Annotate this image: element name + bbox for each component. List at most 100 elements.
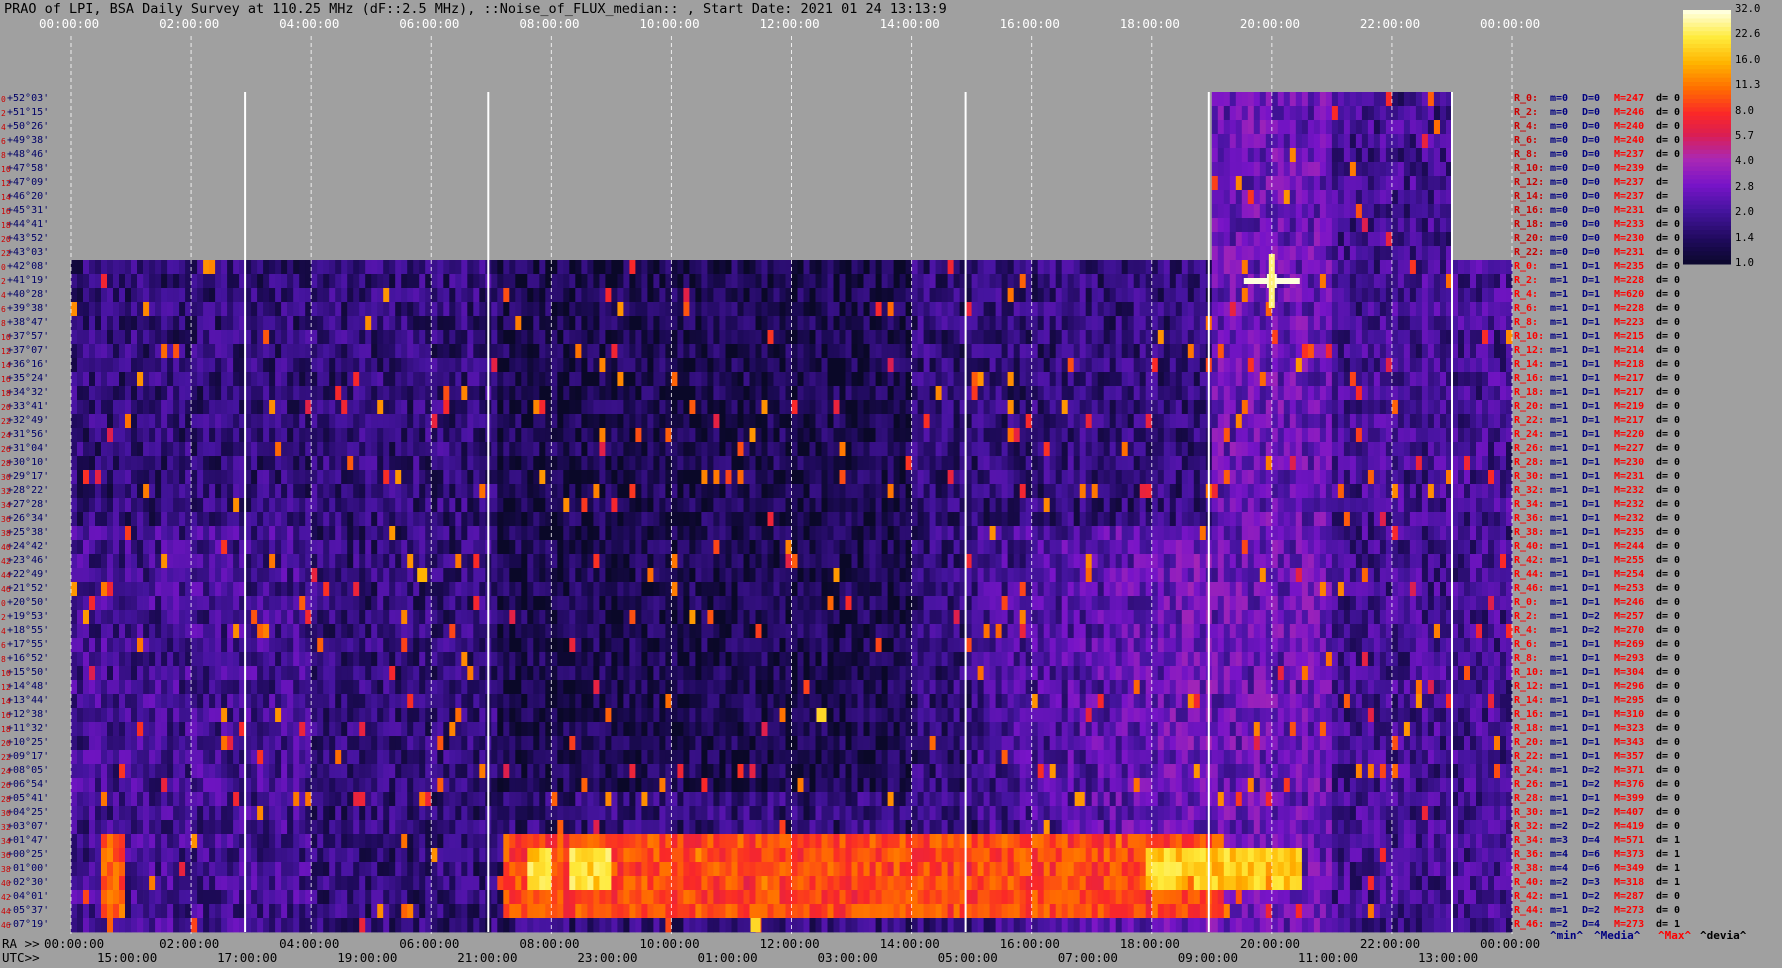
heatmap-cell [587,470,594,485]
heatmap-cell [815,260,822,275]
heatmap-cell [1409,414,1417,429]
heatmap-cell [1301,302,1309,317]
heatmap-cell [833,316,840,331]
heatmap-cell [1409,498,1417,513]
heatmap-cell [1043,316,1051,331]
heatmap-cell [1163,386,1171,401]
heatmap-cell [443,512,450,527]
heatmap-cell [449,400,456,415]
heatmap-cell [695,302,702,317]
heatmap-cell [893,442,900,457]
heatmap-cell [425,330,432,345]
heatmap-cell [635,414,642,429]
heatmap-cell [1289,288,1297,303]
heatmap-cell [1217,232,1225,247]
heatmap-cell [989,428,996,443]
heatmap-cell [1121,260,1129,275]
heatmap-cell [1421,176,1429,191]
heatmap-cell [1247,162,1255,177]
heatmap-cell [515,302,522,317]
heatmap-cell [629,414,636,429]
heatmap-cell [509,260,516,275]
heatmap-cell [575,456,582,471]
heatmap-cell [1373,358,1381,373]
heatmap-cell [269,400,276,415]
heatmap-cell [1379,176,1387,191]
heatmap-cell [1361,190,1369,205]
heatmap-cell [227,442,234,457]
heatmap-cell [179,400,186,415]
heatmap-cell [119,358,126,373]
heatmap-cell [509,484,516,499]
heatmap-cell [821,456,828,471]
heatmap-cell [227,372,234,387]
heatmap-cell [875,330,882,345]
heatmap-cell [269,344,276,359]
heatmap-cell [419,498,426,513]
heatmap-cell [749,428,756,443]
heatmap-cell [731,372,738,387]
heatmap-cell [77,512,84,527]
heatmap-cell [347,512,354,527]
heatmap-cell [749,456,756,471]
heatmap-cell [989,260,996,275]
heatmap-cell [989,386,996,401]
heatmap-cell [1331,386,1339,401]
heatmap-cell [1115,442,1123,457]
heatmap-cell [707,288,714,303]
heatmap-cell [515,288,522,303]
heatmap-cell [1349,288,1357,303]
heatmap-cell [971,428,978,443]
heatmap-cell [761,372,768,387]
heatmap-cell [575,498,582,513]
heatmap-cell [287,512,294,527]
heatmap-cell [323,358,330,373]
heatmap-cell [1349,106,1357,121]
heatmap-cell [1361,358,1369,373]
heatmap-cell [1031,400,1039,415]
heatmap-cell [575,512,582,527]
heatmap-cell [1061,316,1069,331]
heatmap-cell [293,302,300,317]
heatmap-cell [857,344,864,359]
heatmap-cell [1470,358,1477,373]
heatmap-cell [311,288,318,303]
heatmap-cell [407,470,414,485]
heatmap-cell [413,316,420,331]
heatmap-cell [803,358,810,373]
heatmap-cell [1265,512,1273,527]
heatmap-cell [173,302,180,317]
heatmap-cell [395,512,402,527]
heatmap-cell [113,470,120,485]
heatmap-cell [1211,512,1219,527]
heatmap-cell [1458,288,1465,303]
heatmap-cell [617,274,624,289]
heatmap-cell [1127,260,1135,275]
heatmap-cell [1157,344,1165,359]
heatmap-cell [191,498,198,513]
heatmap-cell [371,372,378,387]
heatmap-cell [1289,260,1297,275]
heatmap-cell [395,344,402,359]
heatmap-cell [911,442,918,457]
heatmap-cell [509,470,516,485]
heatmap-cell [377,302,384,317]
heatmap-cell [1319,358,1327,373]
heatmap-cell [1067,470,1075,485]
heatmap-cell [479,358,486,373]
heatmap-cell [1403,414,1411,429]
heatmap-cell [1241,260,1249,275]
heatmap-cell [1397,302,1405,317]
heatmap-cell [263,274,270,289]
heatmap-cell [1373,414,1381,429]
heatmap-cell [1325,498,1333,513]
heatmap-cell [809,372,816,387]
heatmap-cell [707,344,714,359]
heatmap-cell [191,470,198,485]
heatmap-cell [1506,428,1513,443]
heatmap-cell [803,330,810,345]
heatmap-cell [71,316,78,331]
heatmap-cell [1391,232,1399,247]
heatmap-cell [1229,232,1237,247]
heatmap-cell [581,470,588,485]
